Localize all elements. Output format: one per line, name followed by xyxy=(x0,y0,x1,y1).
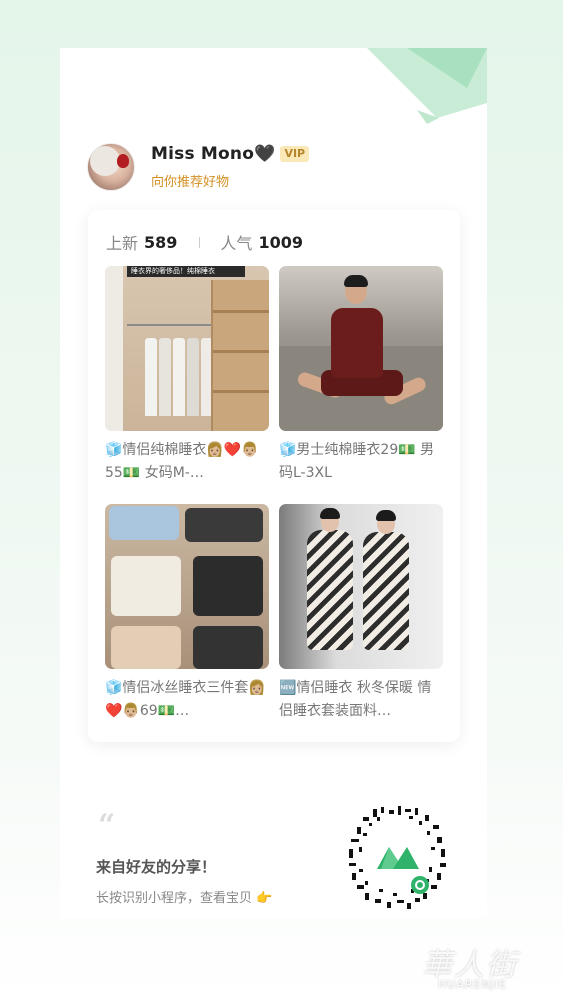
shop-stats: 上新 589 人气 1009 xyxy=(106,230,303,254)
product-card[interactable]: 睡衣界的奢侈品！纯棉睡衣 🧊情侣纯棉睡衣👩🏼❤️👨🏼55💵 女码M-… xyxy=(105,266,269,485)
popularity-count: 1009 xyxy=(258,232,303,252)
mini-program-qr-icon[interactable] xyxy=(343,803,453,913)
new-items-count: 589 xyxy=(144,232,178,252)
product-image[interactable] xyxy=(279,504,443,669)
avatar[interactable] xyxy=(87,143,135,191)
product-card[interactable]: 🧊男士纯棉睡衣29💵 男码L-3XL xyxy=(279,266,443,485)
product-panel: 上新 589 人气 1009 睡衣界的奢侈品！纯棉睡衣 🧊情侣纯棉睡衣👩🏼❤️👨… xyxy=(88,210,460,742)
vip-badge: VIP xyxy=(280,146,310,162)
corner-decoration xyxy=(367,48,487,124)
product-image[interactable] xyxy=(279,266,443,431)
user-name: Miss Mono🖤 xyxy=(151,144,276,164)
site-watermark: 華人街 HUARENJIE xyxy=(410,940,560,998)
product-image[interactable] xyxy=(105,504,269,669)
popularity-label: 人气 xyxy=(220,234,253,253)
profile-header: Miss Mono🖤 VIP 向你推荐好物 xyxy=(87,143,310,191)
product-caption: 🆕情侣睡衣 秋冬保暖 情侣睡衣套装面料… xyxy=(279,680,432,719)
image-banner: 睡衣界的奢侈品！纯棉睡衣 xyxy=(127,266,245,277)
product-caption: 🧊情侣纯棉睡衣👩🏼❤️👨🏼55💵 女码M-… xyxy=(105,442,259,481)
product-card[interactable]: 🆕情侣睡衣 秋冬保暖 情侣睡衣套装面料… xyxy=(279,504,443,723)
product-caption: 🧊男士纯棉睡衣29💵 男码L-3XL xyxy=(279,442,435,481)
stats-divider xyxy=(199,236,201,248)
profile-subtitle: 向你推荐好物 xyxy=(151,175,230,190)
product-caption: 🧊情侣冰丝睡衣三件套👩🏼❤️👨🏼69💵… xyxy=(105,680,266,719)
product-card[interactable]: 🧊情侣冰丝睡衣三件套👩🏼❤️👨🏼69💵… xyxy=(105,504,269,723)
product-image[interactable]: 睡衣界的奢侈品！纯棉睡衣 xyxy=(105,266,269,431)
share-footer: “ 来自好友的分享！ 长按识别小程序，查看宝贝 👉 xyxy=(60,760,487,918)
watermark-en: HUARENJIE xyxy=(438,978,508,991)
share-hint: 长按识别小程序，查看宝贝 👉 xyxy=(96,891,273,906)
new-items-label: 上新 xyxy=(106,234,139,253)
share-title: 来自好友的分享！ xyxy=(96,858,217,876)
quote-icon: “ xyxy=(98,808,116,843)
